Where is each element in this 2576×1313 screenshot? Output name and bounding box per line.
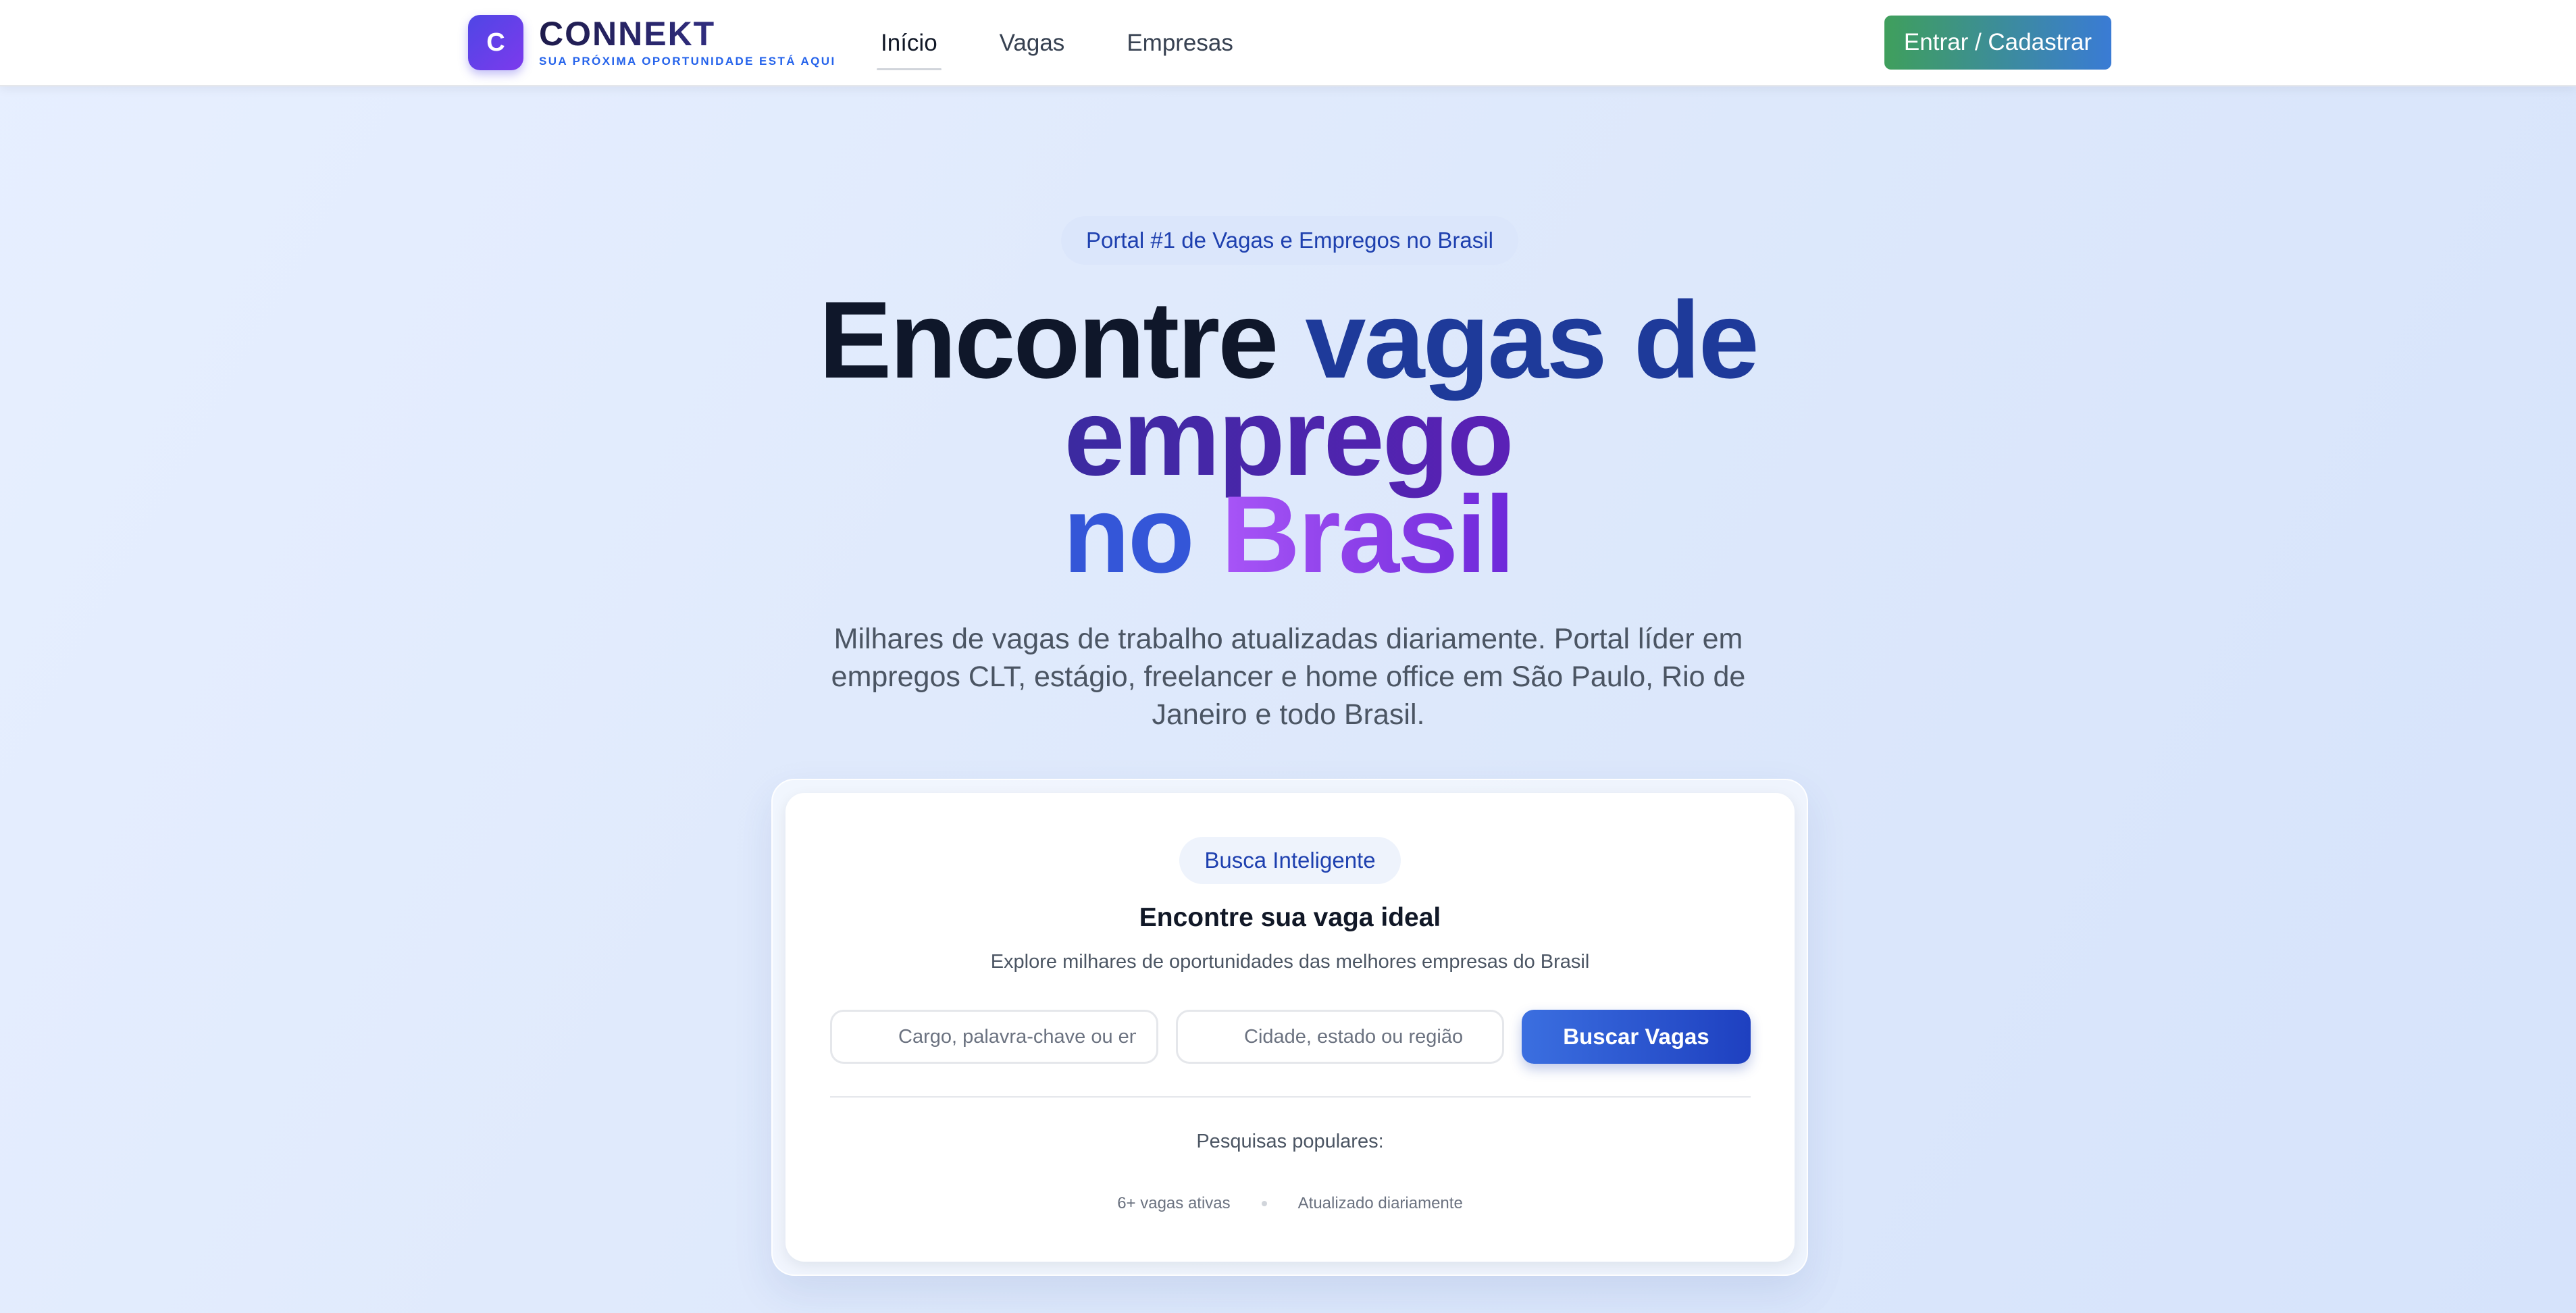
location-search-input[interactable] — [1176, 1010, 1504, 1064]
stat-separator-dot — [1261, 1201, 1267, 1206]
hero-title: Encontre vagas de emprego no Brasil — [0, 286, 2576, 590]
nav-item-empresas[interactable]: Empresas — [1123, 24, 1237, 62]
hero-title-line-3: no Brasil — [0, 480, 2576, 590]
search-stats: 6+ vagas ativas Atualizado diariamente — [785, 1194, 1795, 1213]
nav-item-vagas[interactable]: Vagas — [996, 24, 1069, 62]
search-card-subtitle: Explore milhares de oportunidades das me… — [990, 951, 1590, 973]
brand-name: CONNEKT — [539, 15, 836, 53]
top-navbar: C CONNEKT SUA PRÓXIMA OPORTUNIDADE ESTÁ … — [0, 0, 2576, 86]
hero-title-line-2: emprego — [0, 383, 2576, 492]
hero-badge: Portal #1 de Vagas e Empregos no Brasil — [1061, 216, 1518, 265]
smart-search-badge: Busca Inteligente — [1179, 837, 1401, 884]
brand-logo-text[interactable]: CONNEKT SUA PRÓXIMA OPORTUNIDADE ESTÁ AQ… — [539, 15, 836, 69]
keyword-search-input[interactable] — [830, 1010, 1158, 1064]
search-jobs-button[interactable]: Buscar Vagas — [1522, 1010, 1751, 1064]
brand-logo-mark[interactable]: C — [468, 15, 523, 70]
hero-subtitle: Milhares de vagas de trabalho atualizada… — [831, 623, 1746, 731]
brand-initial: C — [486, 28, 505, 57]
active-jobs-count: 6+ vagas ativas — [1117, 1194, 1231, 1212]
popular-searches-label: Pesquisas populares: — [1196, 1131, 1384, 1152]
hero-title-line-1: Encontre vagas de — [0, 286, 2576, 395]
main-nav: Início Vagas Empresas — [877, 0, 1237, 86]
search-card-title: Encontre sua vaga ideal — [1139, 903, 1441, 932]
login-signup-button[interactable]: Entrar / Cadastrar — [1884, 16, 2111, 70]
search-card-divider — [830, 1096, 1751, 1098]
nav-item-inicio[interactable]: Início — [877, 24, 942, 70]
updated-daily-label: Atualizado diariamente — [1297, 1194, 1463, 1212]
hero-title-word-no: no — [1062, 473, 1195, 596]
brand-tagline: SUA PRÓXIMA OPORTUNIDADE ESTÁ AQUI — [539, 55, 836, 68]
hero-title-word-brasil: Brasil — [1220, 473, 1515, 596]
